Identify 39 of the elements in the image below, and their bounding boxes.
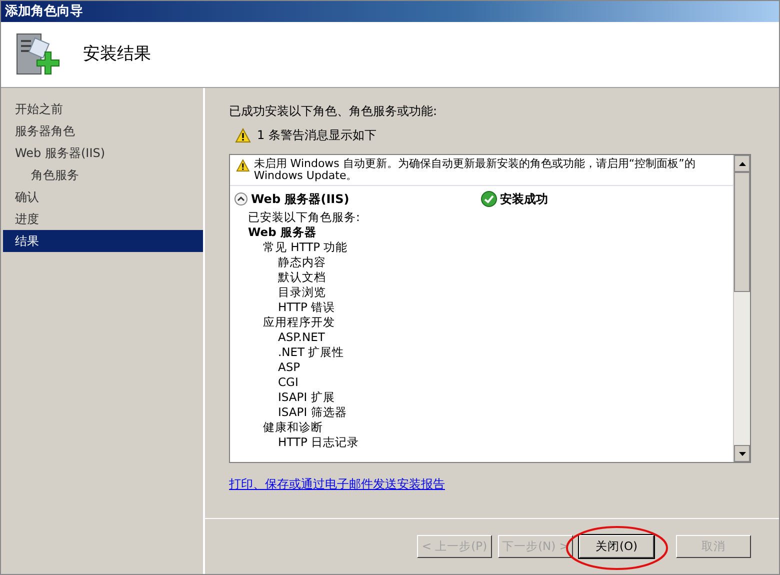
role-name: Web 服务器(IIS) [251, 191, 350, 208]
scroll-up-icon[interactable] [738, 162, 746, 166]
install-status: 安装成功 [500, 191, 548, 208]
scroll-down-icon[interactable] [738, 452, 746, 456]
summary-text: 已安装以下角色服务: [248, 210, 361, 225]
sidebar-item[interactable]: 确认 [1, 186, 203, 208]
sidebar-item[interactable]: 开始之前 [1, 98, 203, 120]
success-check-icon [481, 191, 497, 207]
sidebar-item[interactable]: 进度 [1, 208, 203, 230]
role-service: ASP [277, 360, 302, 375]
warning-summary: 1 条警告消息显示如下 [257, 127, 376, 144]
role-service: HTTP 错误 [277, 300, 336, 315]
sidebar-item[interactable]: 结果 [3, 230, 203, 252]
collapse-icon[interactable] [234, 192, 248, 206]
window-title: 添加角色向导 [1, 1, 779, 22]
wizard-button[interactable]: 关闭(O) [579, 535, 654, 558]
role-service: Web 服务器 [248, 225, 318, 240]
page-heading: 安装结果 [83, 44, 151, 65]
role-service: 应用程序开发 [262, 315, 336, 330]
scrollbar[interactable] [733, 155, 750, 462]
role-service: 静态内容 [277, 255, 327, 270]
warning-icon [235, 128, 251, 142]
sidebar-item[interactable]: 服务器角色 [1, 120, 203, 142]
sidebar-item[interactable]: Web 服务器(IIS) [1, 142, 203, 164]
role-service: ASP.NET [277, 330, 326, 345]
role-service: ISAPI 扩展 [277, 390, 336, 405]
sidebar-item[interactable]: 角色服务 [1, 164, 203, 186]
role-service: CGI [277, 375, 300, 390]
role-service: 常见 HTTP 功能 [262, 240, 349, 255]
warning-icon [236, 158, 250, 173]
warning-message: 未启用 Windows 自动更新。为确保自动更新最新安装的角色或功能，请启用“控制面板”的 Windows Update。 [254, 158, 696, 182]
role-service: 健康和诊断 [262, 420, 324, 435]
role-service: 默认文档 [277, 270, 327, 285]
report-link[interactable]: 打印、保存或通过电子邮件发送安装报告 [229, 477, 445, 491]
role-service: ISAPI 筛选器 [277, 405, 348, 420]
role-service: HTTP 日志记录 [277, 435, 360, 450]
role-service: .NET 扩展性 [277, 345, 346, 360]
intro-text: 已成功安装以下角色、角色服务或功能: [229, 103, 438, 120]
role-service: 目录浏览 [277, 285, 327, 300]
